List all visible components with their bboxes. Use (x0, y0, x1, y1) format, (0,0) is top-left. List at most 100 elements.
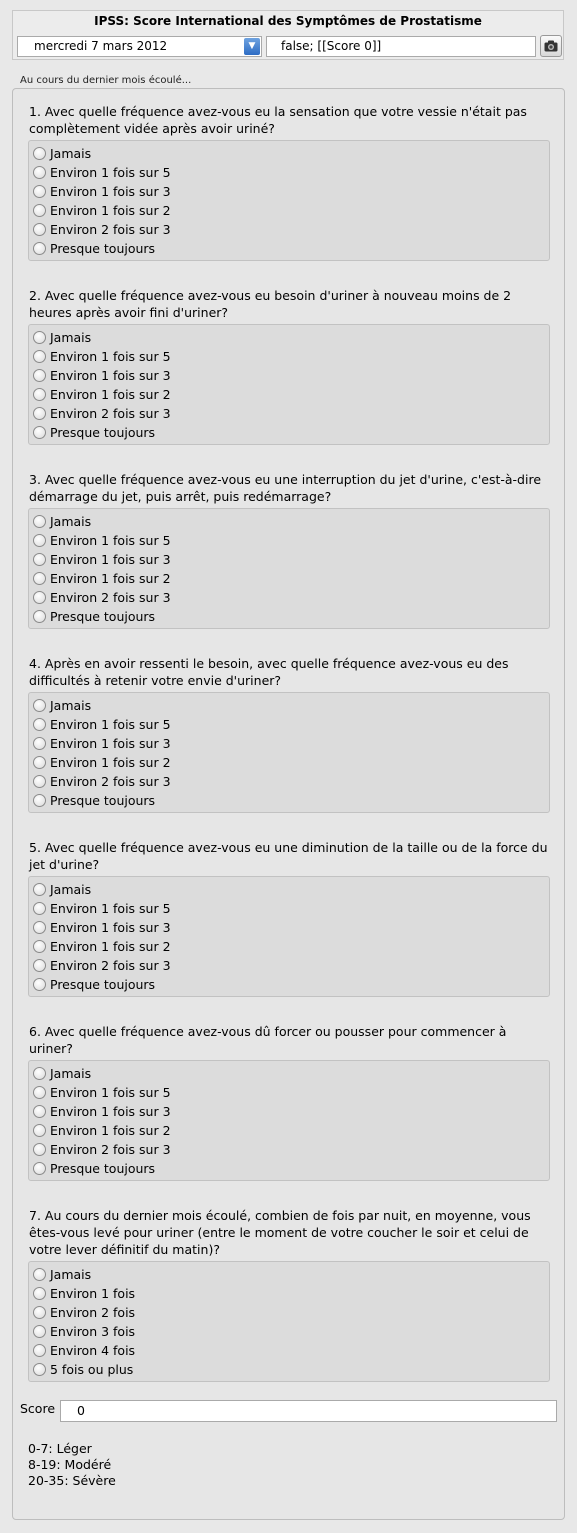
radio-button[interactable] (33, 185, 46, 198)
radio-button[interactable] (33, 515, 46, 528)
radio-button[interactable] (33, 1086, 46, 1099)
radio-option[interactable]: Environ 2 fois sur 3 (33, 956, 171, 975)
radio-button[interactable] (33, 1105, 46, 1118)
score-field[interactable]: 0 (60, 1400, 557, 1422)
radio-button[interactable] (33, 699, 46, 712)
camera-button[interactable] (540, 35, 562, 57)
radio-option-label: Environ 2 fois sur 3 (50, 222, 171, 237)
radio-button[interactable] (33, 1287, 46, 1300)
legend-mild: 0-7: Léger (28, 1441, 92, 1456)
radio-button[interactable] (33, 718, 46, 731)
radio-button[interactable] (33, 350, 46, 363)
radio-option[interactable]: Environ 1 fois sur 2 (33, 753, 171, 772)
radio-button[interactable] (33, 591, 46, 604)
radio-button[interactable] (33, 204, 46, 217)
radio-group: Jamais Environ 1 fois sur 5 Environ 1 fois… (28, 140, 550, 261)
radio-option[interactable]: Environ 1 fois sur 5 (33, 347, 171, 366)
radio-option-label: Environ 1 fois sur 3 (50, 368, 171, 383)
radio-option[interactable]: Environ 1 fois sur 3 (33, 366, 171, 385)
radio-button[interactable] (33, 534, 46, 547)
radio-option[interactable]: Presque toujours (33, 791, 155, 810)
radio-option-label: Environ 3 fois (50, 1324, 136, 1339)
radio-button[interactable] (33, 959, 46, 972)
radio-button[interactable] (33, 940, 46, 953)
radio-button[interactable] (33, 1067, 46, 1080)
radio-button[interactable] (33, 1325, 46, 1338)
radio-button[interactable] (33, 1124, 46, 1137)
radio-option[interactable]: Jamais (33, 328, 91, 347)
radio-button[interactable] (33, 1344, 46, 1357)
legend-moderate: 8-19: Modéré (28, 1457, 112, 1472)
radio-button[interactable] (33, 369, 46, 382)
radio-option[interactable]: Environ 1 fois sur 3 (33, 1102, 171, 1121)
date-select[interactable]: mercredi 7 mars 2012 ▼ (17, 36, 262, 57)
radio-button[interactable] (33, 407, 46, 420)
radio-button[interactable] (33, 902, 46, 915)
radio-option[interactable]: Environ 1 fois sur 3 (33, 918, 171, 937)
radio-button[interactable] (33, 572, 46, 585)
radio-button[interactable] (33, 331, 46, 344)
radio-button[interactable] (33, 883, 46, 896)
radio-option-label: Presque toujours (50, 977, 156, 992)
dropdown-arrow-icon[interactable]: ▼ (244, 38, 260, 55)
radio-button[interactable] (33, 1162, 46, 1175)
radio-option[interactable]: Environ 1 fois sur 5 (33, 1083, 171, 1102)
radio-option[interactable]: Environ 1 fois sur 3 (33, 182, 171, 201)
radio-option[interactable]: Environ 1 fois sur 3 (33, 734, 171, 753)
radio-option[interactable]: Jamais (33, 880, 91, 899)
radio-button[interactable] (33, 147, 46, 160)
radio-option[interactable]: Environ 1 fois sur 2 (33, 1121, 171, 1140)
radio-option[interactable]: Presque toujours (33, 975, 155, 994)
radio-button[interactable] (33, 1143, 46, 1156)
radio-option[interactable]: Environ 2 fois sur 3 (33, 404, 171, 423)
radio-button[interactable] (33, 737, 46, 750)
radio-option[interactable]: Environ 2 fois sur 3 (33, 772, 171, 791)
radio-button[interactable] (33, 775, 46, 788)
radio-option[interactable]: Environ 1 fois sur 2 (33, 937, 171, 956)
radio-option[interactable]: Environ 1 fois sur 3 (33, 550, 171, 569)
radio-option[interactable]: Environ 1 fois sur 2 (33, 569, 171, 588)
radio-button[interactable] (33, 794, 46, 807)
radio-button[interactable] (33, 166, 46, 179)
radio-option[interactable]: Environ 3 fois (33, 1322, 135, 1341)
radio-option[interactable]: Environ 2 fois sur 3 (33, 1140, 171, 1159)
result-field[interactable]: false; [[Score 0]] (266, 36, 536, 57)
radio-option[interactable]: Environ 1 fois sur 5 (33, 163, 171, 182)
camera-icon (544, 40, 558, 52)
radio-option[interactable]: Jamais (33, 1064, 91, 1083)
radio-option[interactable]: Environ 1 fois sur 5 (33, 715, 171, 734)
radio-button[interactable] (33, 388, 46, 401)
radio-option[interactable]: Environ 2 fois (33, 1303, 135, 1322)
header-bar: IPSS: Score International des Symptômes … (12, 10, 564, 60)
radio-button[interactable] (33, 610, 46, 623)
radio-option[interactable]: Environ 1 fois sur 2 (33, 385, 171, 404)
radio-option-label: Environ 1 fois sur 3 (50, 736, 171, 751)
radio-option[interactable]: Jamais (33, 144, 91, 163)
radio-button[interactable] (33, 1306, 46, 1319)
radio-button[interactable] (33, 756, 46, 769)
radio-button[interactable] (33, 1363, 46, 1376)
radio-option[interactable]: Environ 1 fois sur 2 (33, 201, 171, 220)
radio-option[interactable]: Environ 1 fois sur 5 (33, 899, 171, 918)
radio-option[interactable]: Jamais (33, 696, 91, 715)
radio-option[interactable]: Jamais (33, 1265, 91, 1284)
radio-option[interactable]: Presque toujours (33, 607, 155, 626)
radio-button[interactable] (33, 553, 46, 566)
radio-option[interactable]: Presque toujours (33, 423, 155, 442)
radio-button[interactable] (33, 223, 46, 236)
radio-option-label: Environ 2 fois sur 3 (50, 958, 171, 973)
radio-button[interactable] (33, 426, 46, 439)
radio-option[interactable]: Presque toujours (33, 1159, 155, 1178)
radio-button[interactable] (33, 921, 46, 934)
radio-option[interactable]: 5 fois ou plus (33, 1360, 133, 1379)
radio-option[interactable]: Environ 1 fois (33, 1284, 135, 1303)
radio-button[interactable] (33, 978, 46, 991)
radio-option[interactable]: Environ 2 fois sur 3 (33, 588, 171, 607)
radio-option[interactable]: Environ 1 fois sur 5 (33, 531, 171, 550)
radio-option[interactable]: Jamais (33, 512, 91, 531)
radio-option[interactable]: Environ 4 fois (33, 1341, 135, 1360)
radio-button[interactable] (33, 242, 46, 255)
radio-option[interactable]: Presque toujours (33, 239, 155, 258)
radio-button[interactable] (33, 1268, 46, 1281)
radio-option[interactable]: Environ 2 fois sur 3 (33, 220, 171, 239)
